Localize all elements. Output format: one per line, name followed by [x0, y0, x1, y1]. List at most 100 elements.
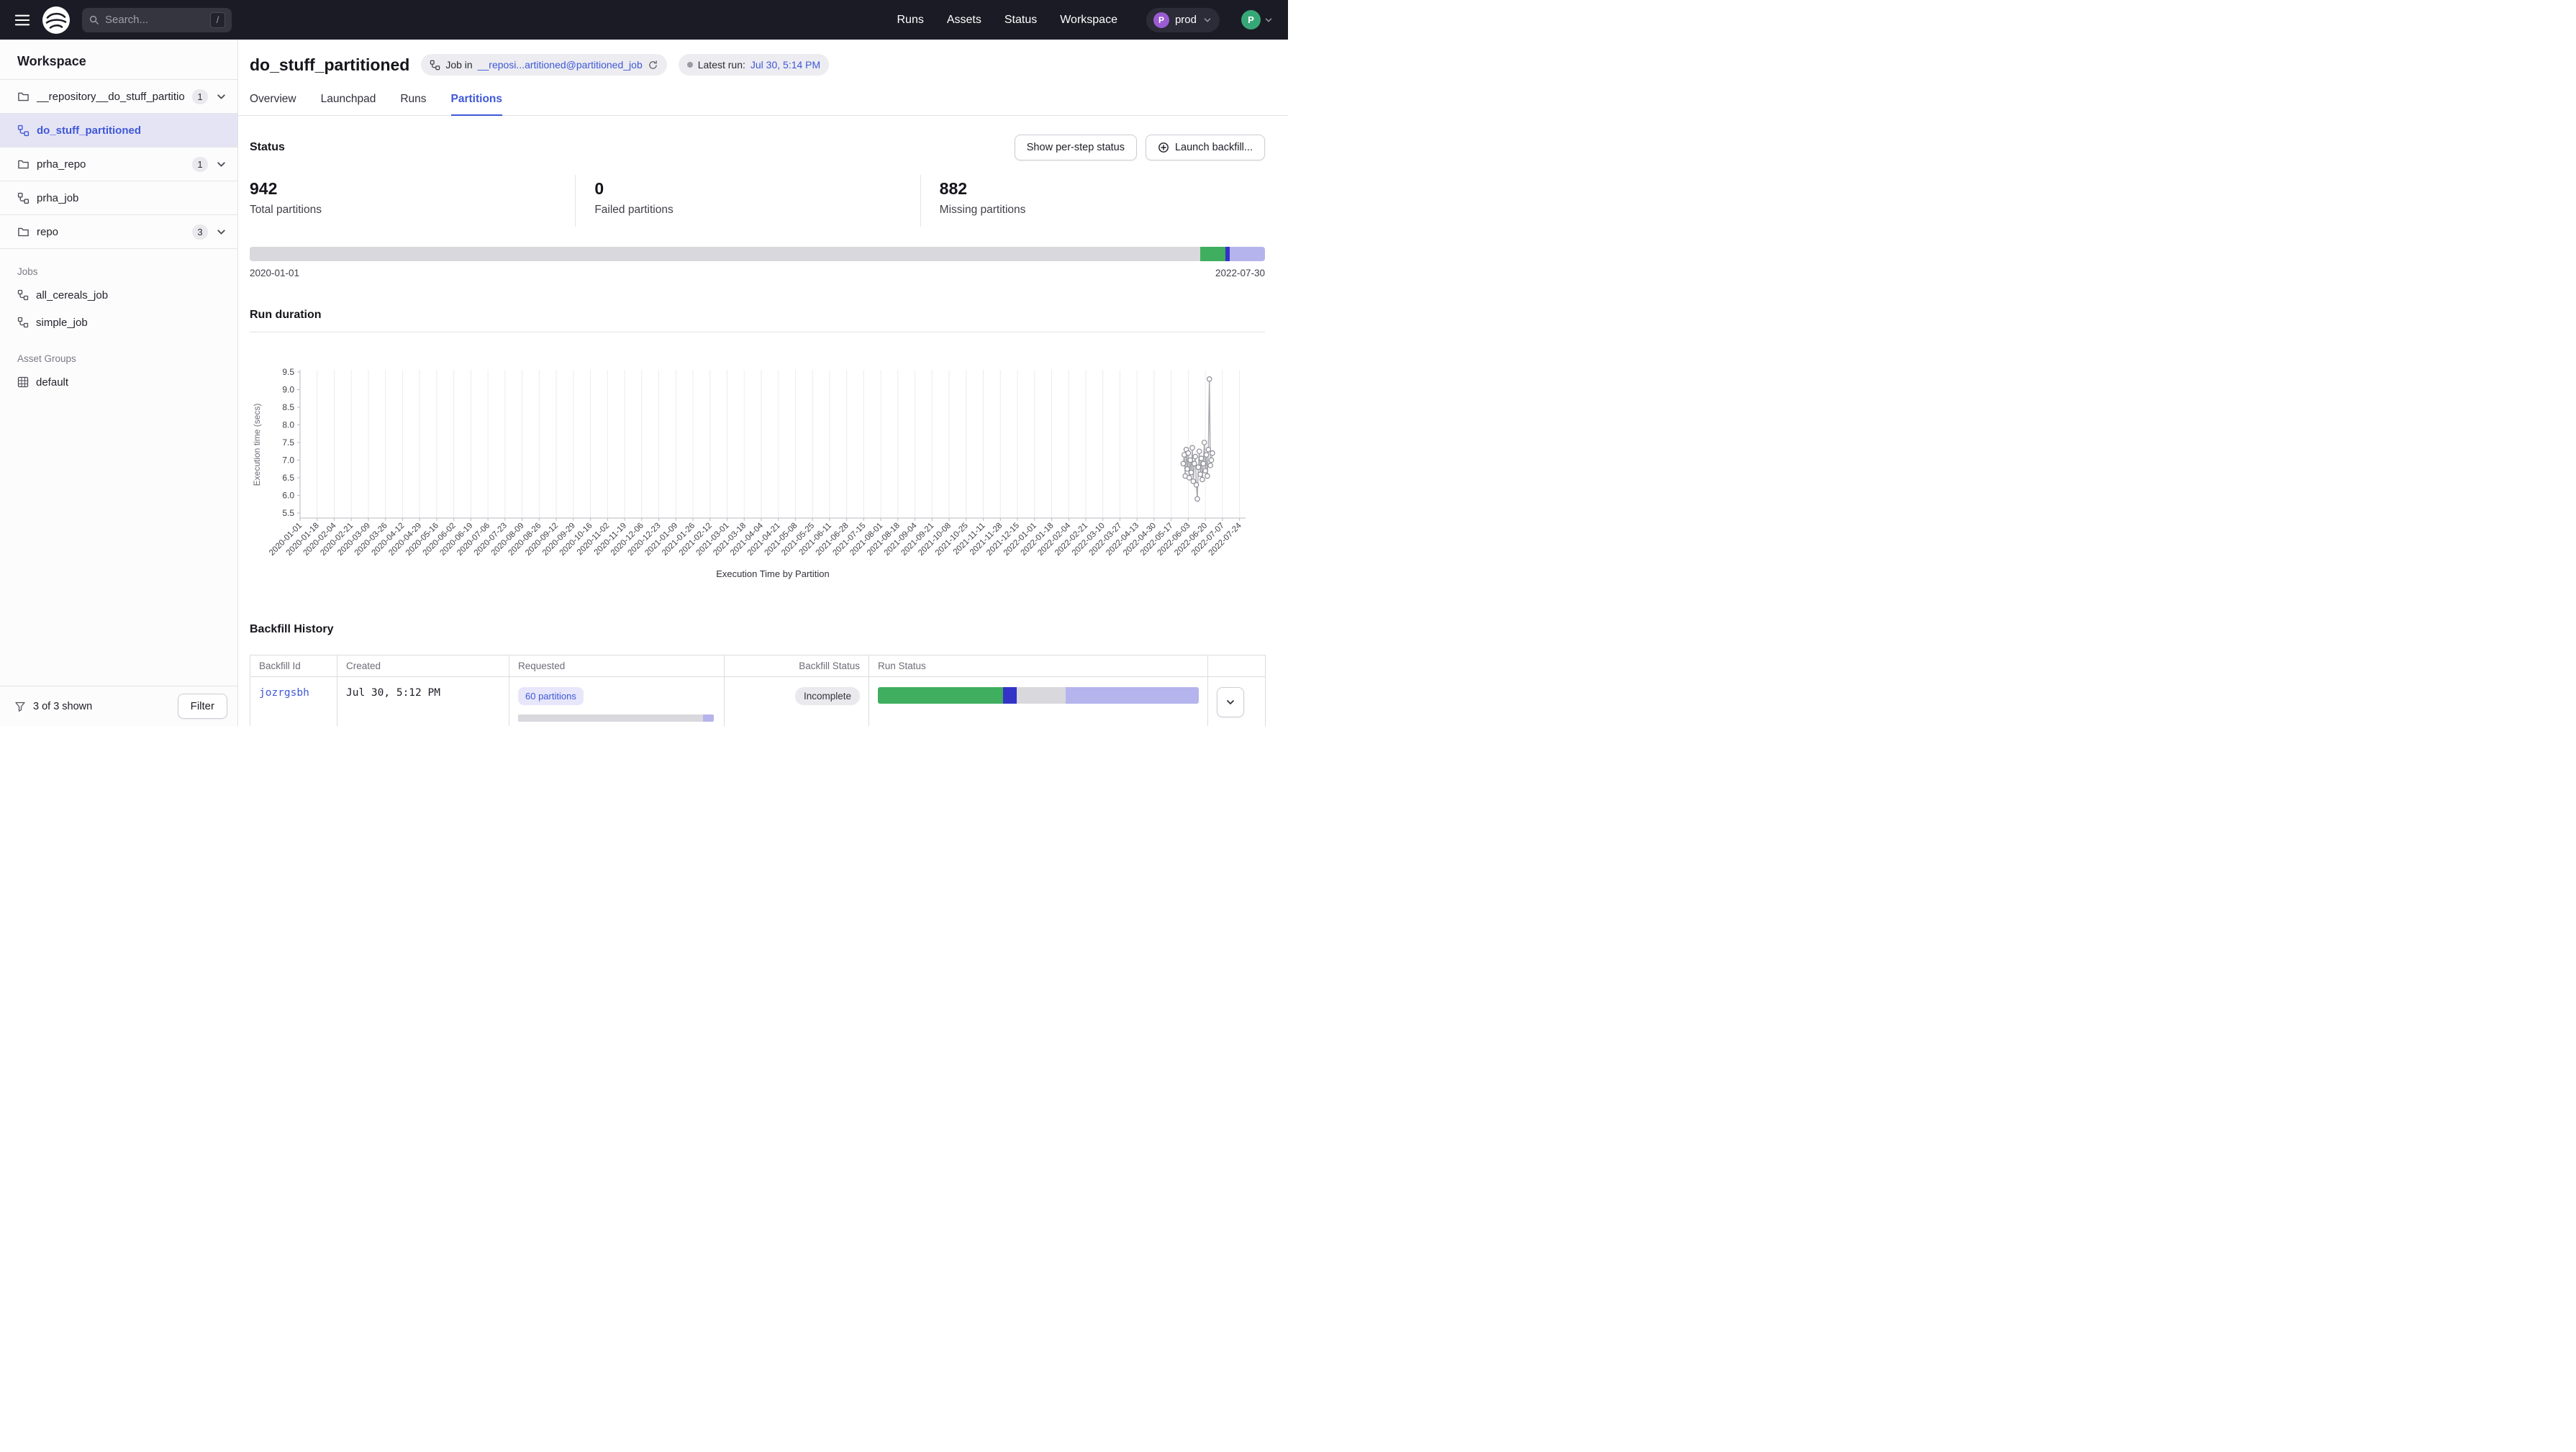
status-dot-icon — [687, 62, 693, 68]
svg-text:6.0: 6.0 — [282, 491, 294, 501]
sidebar-item-all-cereals-job[interactable]: all_cereals_job — [0, 281, 237, 309]
sidebar-item-repo[interactable]: repo 3 — [0, 215, 237, 249]
latest-run-link[interactable]: Jul 30, 5:14 PM — [750, 59, 820, 71]
nav-assets[interactable]: Assets — [947, 14, 981, 27]
nav-status[interactable]: Status — [1004, 14, 1037, 27]
stat-value: 942 — [250, 179, 575, 199]
sidebar-item-repository[interactable]: __repository__do_stuff_partitio... 1 — [0, 80, 237, 114]
sidebar-title: Workspace — [0, 40, 237, 79]
stat-value: 0 — [594, 179, 920, 199]
job-label: do_stuff_partitioned — [37, 124, 227, 137]
filter-button[interactable]: Filter — [178, 694, 227, 719]
shown-count: 3 of 3 shown — [33, 701, 92, 712]
hamburger-menu-icon[interactable] — [14, 14, 30, 26]
partition-range-end: 2022-07-30 — [1215, 268, 1265, 278]
svg-text:7.0: 7.0 — [282, 455, 294, 466]
deployment-avatar: P — [1153, 12, 1169, 28]
chevron-down-icon[interactable] — [215, 226, 227, 238]
col-run-status: Run Status — [869, 655, 1208, 677]
sidebar-item-prha-repo[interactable]: prha_repo 1 — [0, 148, 237, 181]
backfill-status-badge: Incomplete — [795, 687, 860, 705]
job-tabs: Overview Launchpad Runs Partitions — [238, 93, 1288, 116]
chevron-down-icon[interactable] — [215, 158, 227, 171]
tab-overview[interactable]: Overview — [250, 93, 296, 115]
chevron-down-icon[interactable] — [215, 91, 227, 103]
show-per-step-status-button[interactable]: Show per-step status — [1015, 135, 1137, 160]
repository-count-badge: 1 — [192, 89, 208, 104]
sidebar-item-do-stuff-partitioned[interactable]: do_stuff_partitioned — [0, 114, 237, 148]
chevron-down-icon — [1264, 15, 1274, 25]
stat-label: Missing partitions — [940, 204, 1265, 217]
requested-partitions-chip[interactable]: 60 partitions — [518, 687, 584, 705]
job-label: simple_job — [36, 317, 88, 329]
main-content: do_stuff_partitioned Job in __reposi...a… — [238, 40, 1288, 726]
col-requested: Requested — [509, 655, 725, 677]
search-icon — [89, 14, 99, 25]
job-label: all_cereals_job — [36, 289, 108, 301]
chevron-down-icon — [1225, 696, 1236, 708]
chevron-down-icon — [1202, 15, 1212, 25]
folder-icon — [17, 91, 30, 103]
repository-count-badge: 3 — [192, 224, 208, 240]
nav-runs[interactable]: Runs — [897, 14, 924, 27]
job-icon — [17, 192, 30, 204]
deployment-switcher[interactable]: P prod — [1146, 8, 1220, 32]
col-created: Created — [337, 655, 509, 677]
jobs-section-label: Jobs — [17, 266, 237, 277]
asset-group-grid-icon — [17, 376, 29, 388]
tab-runs[interactable]: Runs — [400, 93, 426, 115]
run-status-bar[interactable] — [878, 687, 1199, 704]
filter-funnel-icon — [14, 701, 26, 712]
partition-status-bar[interactable] — [250, 247, 1265, 261]
sidebar-item-prha-job[interactable]: prha_job — [0, 181, 237, 215]
user-avatar: P — [1241, 10, 1261, 30]
dagster-logo-icon[interactable] — [42, 6, 71, 35]
stat-failed-partitions: 0 Failed partitions — [575, 175, 920, 227]
asset-groups-section-label: Asset Groups — [17, 353, 237, 364]
job-icon — [17, 317, 29, 328]
status-heading: Status — [250, 141, 285, 154]
nav-workspace[interactable]: Workspace — [1060, 14, 1117, 27]
job-origin-chip: Job in __reposi...artitioned@partitioned… — [421, 54, 666, 76]
refresh-icon[interactable] — [648, 60, 658, 71]
expand-row-button[interactable] — [1217, 687, 1244, 717]
svg-text:8.5: 8.5 — [282, 402, 294, 412]
job-icon — [17, 289, 29, 301]
search-input[interactable] — [105, 14, 204, 26]
svg-text:9.5: 9.5 — [282, 367, 294, 377]
launch-backfill-button[interactable]: Launch backfill... — [1146, 135, 1265, 160]
backfill-id-link[interactable]: jozrgsbh — [259, 687, 309, 699]
latest-run-label: Latest run: — [698, 59, 745, 71]
table-header-row: Backfill Id Created Requested Backfill S… — [250, 655, 1266, 677]
svg-text:9.0: 9.0 — [282, 385, 294, 395]
job-chip-prefix: Job in — [445, 59, 472, 71]
stat-total-partitions: 942 Total partitions — [250, 175, 575, 227]
repository-list: __repository__do_stuff_partitio... 1 do_… — [0, 79, 237, 249]
sidebar-item-default-asset-group[interactable]: default — [0, 368, 237, 396]
svg-text:5.5: 5.5 — [282, 508, 294, 518]
col-backfill-status: Backfill Status — [725, 655, 869, 677]
stat-label: Total partitions — [250, 204, 575, 217]
workspace-sidebar: Workspace __repository__do_stuff_partiti… — [0, 40, 238, 726]
backfill-created: Jul 30, 5:12 PM — [346, 687, 440, 699]
col-backfill-id: Backfill Id — [250, 655, 337, 677]
col-actions — [1208, 655, 1266, 677]
tab-partitions[interactable]: Partitions — [451, 93, 502, 115]
user-menu[interactable]: P — [1241, 10, 1274, 30]
job-origin-link[interactable]: __reposi...artitioned@partitioned_job — [478, 59, 643, 71]
repository-label: repo — [37, 226, 185, 238]
folder-icon — [17, 158, 30, 171]
table-row: jozrgsbh Jul 30, 5:12 PM 60 partitions 2… — [250, 677, 1266, 727]
tab-launchpad[interactable]: Launchpad — [321, 93, 376, 115]
global-search[interactable]: / — [82, 8, 232, 32]
job-label: prha_job — [37, 192, 227, 204]
plus-circle-icon — [1158, 142, 1169, 153]
sidebar-item-simple-job[interactable]: simple_job — [0, 309, 237, 336]
stat-missing-partitions: 882 Missing partitions — [920, 175, 1265, 227]
requested-range-bar — [518, 714, 714, 722]
execution-time-chart[interactable]: 2020-01-012020-01-182020-02-042020-02-21… — [250, 366, 1265, 590]
job-icon — [430, 60, 440, 71]
top-nav-links: Runs Assets Status Workspace — [897, 14, 1117, 27]
repository-label: prha_repo — [37, 158, 185, 171]
repository-label: __repository__do_stuff_partitio... — [37, 91, 185, 103]
